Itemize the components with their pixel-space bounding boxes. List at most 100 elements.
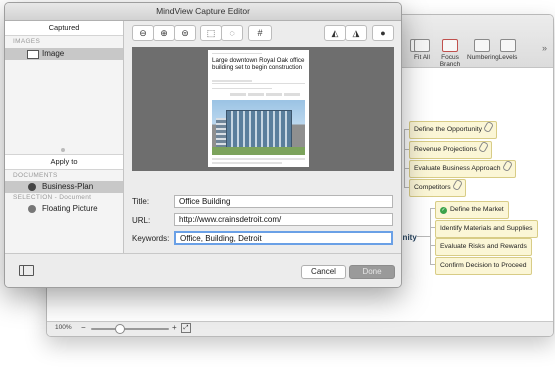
numbering-button[interactable]: Numbering: [467, 39, 499, 61]
topic-node[interactable]: Identify Materials and Supplies: [435, 220, 538, 238]
numbering-icon: [474, 39, 490, 52]
zoom-out-icon[interactable]: −: [81, 323, 86, 332]
photo-lawn: [212, 147, 305, 155]
toolbar-overflow-icon[interactable]: »: [542, 43, 547, 53]
crop-rect-button[interactable]: ⬚: [200, 25, 222, 41]
zoom-slider-handle[interactable]: [115, 324, 125, 334]
attachment-icon: [482, 120, 495, 134]
check-icon: ✓: [440, 207, 447, 214]
capture-editor-dialog: MindView Capture Editor Captured IMAGES …: [4, 2, 402, 288]
title-label: Title:: [132, 197, 150, 206]
topic-node[interactable]: Confirm Decision to Proceed: [435, 257, 532, 275]
ink-drop-icon: ●: [380, 28, 386, 38]
numbering-label: Numbering: [467, 54, 499, 61]
zoom-slider[interactable]: [91, 328, 169, 330]
url-label: URL:: [132, 216, 151, 225]
title-bar[interactable]: MindView Capture Editor: [5, 3, 401, 21]
image-item-label: Image: [42, 49, 65, 58]
zoom-out-button[interactable]: ⊖: [132, 25, 154, 41]
sidebar-toggle-icon[interactable]: [19, 265, 34, 276]
levels-button[interactable]: Levels: [497, 39, 519, 61]
floating-picture-icon: [28, 205, 36, 213]
connector-bottom: [430, 208, 431, 264]
zoom-in-icon: ⊕: [160, 28, 168, 38]
fit-all-icon: [414, 39, 430, 52]
keywords-field[interactable]: [174, 231, 393, 245]
crop-ellipse-icon: ◌: [229, 28, 235, 38]
sidebar-item-business-plan[interactable]: Business-Plan: [5, 181, 123, 193]
sidebar-item-floating-picture[interactable]: Floating Picture: [5, 203, 123, 215]
attachment-icon: [451, 178, 463, 192]
photo-building: [226, 110, 292, 150]
focus-branch-button[interactable]: Focus Branch: [431, 39, 469, 68]
flip-vertical-icon: ◮: [352, 28, 360, 38]
title-field[interactable]: [174, 195, 393, 208]
fit-window-icon[interactable]: ⤢: [181, 323, 191, 333]
topic-label: Define the Opportunity: [414, 126, 483, 133]
crop-button[interactable]: #: [248, 25, 272, 41]
captured-header: Captured: [5, 21, 123, 36]
sidebar-item-image[interactable]: Image: [5, 48, 123, 60]
topic-node[interactable]: Define the Opportunity: [409, 120, 498, 139]
zoom-in-button[interactable]: ⊕: [153, 25, 175, 41]
topic-node[interactable]: Revenue Projections: [409, 140, 492, 159]
article-tags: [230, 93, 300, 96]
fit-all-label: Fit All: [414, 54, 430, 61]
url-field[interactable]: [174, 213, 393, 226]
captured-article-image: Large downtown Royal Oak office building…: [208, 50, 309, 167]
cancel-button[interactable]: Cancel: [301, 265, 346, 279]
topic-label: Identify Materials and Supplies: [440, 225, 533, 232]
window-title: MindView Capture Editor: [156, 6, 250, 16]
levels-label: Levels: [498, 54, 518, 61]
zoom-fit-button[interactable]: ⊜: [174, 25, 196, 41]
image-icon: [27, 50, 39, 59]
zoom-out-icon: ⊖: [139, 28, 147, 38]
topic-label: Revenue Projections: [414, 146, 477, 153]
crop-ellipse-button[interactable]: ◌: [221, 25, 243, 41]
apply-to-header: Apply to: [5, 154, 123, 170]
focus-branch-icon: [442, 39, 458, 52]
topic-label: Evaluate Risks and Rewards: [440, 243, 527, 250]
crop-rect-icon: ⬚: [206, 28, 216, 38]
zoom-level: 100%: [55, 324, 72, 331]
article-rule: [212, 83, 305, 84]
connector-top: [404, 129, 405, 187]
selection-section-label: SELECTION - Document: [13, 194, 92, 201]
flip-horizontal-icon: ◭: [331, 28, 339, 38]
photo-caption-line: [212, 162, 282, 164]
article-rule: [212, 53, 262, 54]
zoom-in-icon[interactable]: +: [172, 323, 177, 332]
flip-horizontal-button[interactable]: ◭: [324, 25, 346, 41]
topic-label: Confirm Decision to Proceed: [440, 262, 527, 269]
topic-label: Evaluate Business Approach: [414, 165, 501, 172]
transparency-button[interactable]: ●: [372, 25, 394, 41]
status-bar: 100% − + ⤢: [47, 321, 553, 336]
keywords-label: Keywords:: [132, 234, 170, 243]
done-button[interactable]: Done: [349, 265, 395, 279]
topic-label: Competitors: [414, 184, 451, 191]
topic-node[interactable]: Evaluate Risks and Rewards: [435, 238, 532, 256]
capture-sidebar: Captured IMAGES Image Apply to DOCUMENTS…: [5, 21, 124, 253]
share-bar: [212, 80, 252, 82]
connector: [417, 236, 431, 237]
splitter-handle[interactable]: [61, 148, 65, 152]
dialog-footer: Cancel Done: [5, 253, 401, 287]
attachment-icon: [477, 140, 489, 154]
focus-branch-label: Focus Branch: [439, 54, 461, 68]
mindmap-document-icon: [28, 183, 36, 191]
images-section-label: IMAGES: [13, 38, 41, 45]
topic-node[interactable]: Competitors: [409, 178, 466, 197]
article-rule: [212, 88, 272, 89]
document-item-label: Business-Plan: [42, 182, 94, 191]
documents-section-label: DOCUMENTS: [13, 172, 58, 179]
topic-node[interactable]: Evaluate Business Approach: [409, 159, 516, 178]
photo-caption-line: [212, 158, 305, 160]
levels-icon: [500, 39, 516, 52]
topic-label: Define the Market: [450, 206, 504, 213]
image-preview-canvas[interactable]: Large downtown Royal Oak office building…: [132, 47, 394, 171]
crop-icon: #: [257, 28, 263, 38]
topic-node[interactable]: ✓ Define the Market: [435, 201, 509, 219]
building-photo: [212, 100, 305, 155]
attachment-icon: [501, 159, 513, 173]
flip-vertical-button[interactable]: ◮: [345, 25, 367, 41]
